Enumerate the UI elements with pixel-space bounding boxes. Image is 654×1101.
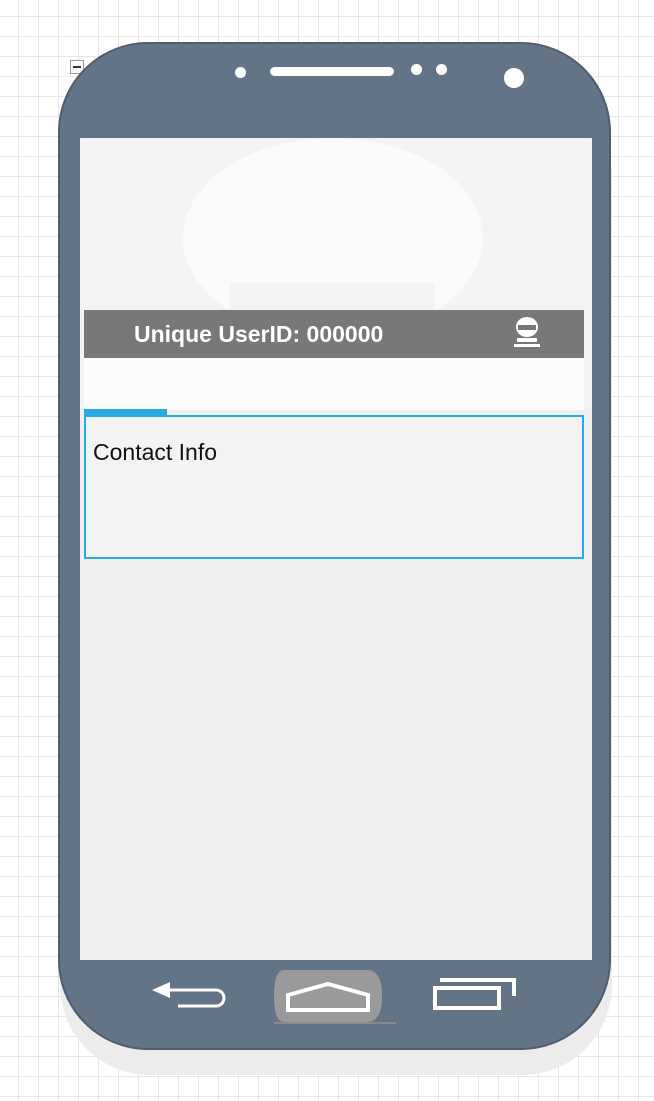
user-id-label: Unique UserID: 000000 — [134, 321, 384, 347]
back-arrow-icon[interactable] — [150, 980, 230, 1010]
phone-screen: Unique UserID: 000000 Contact Info — [80, 138, 592, 960]
sensor-dot — [411, 64, 422, 75]
recent-apps-icon[interactable] — [432, 976, 518, 1012]
user-icon[interactable] — [512, 315, 542, 349]
user-id-bar: Unique UserID: 000000 — [84, 310, 584, 358]
sensor-dot — [436, 64, 447, 75]
home-icon[interactable] — [274, 970, 398, 1026]
spacer-band — [84, 358, 584, 410]
front-camera-dot — [235, 67, 246, 78]
contact-info-panel[interactable]: Contact Info — [84, 415, 584, 559]
avatar-base — [230, 283, 435, 313]
contact-info-title: Contact Info — [93, 439, 218, 465]
front-camera — [504, 68, 524, 88]
speaker-grille — [270, 67, 394, 76]
